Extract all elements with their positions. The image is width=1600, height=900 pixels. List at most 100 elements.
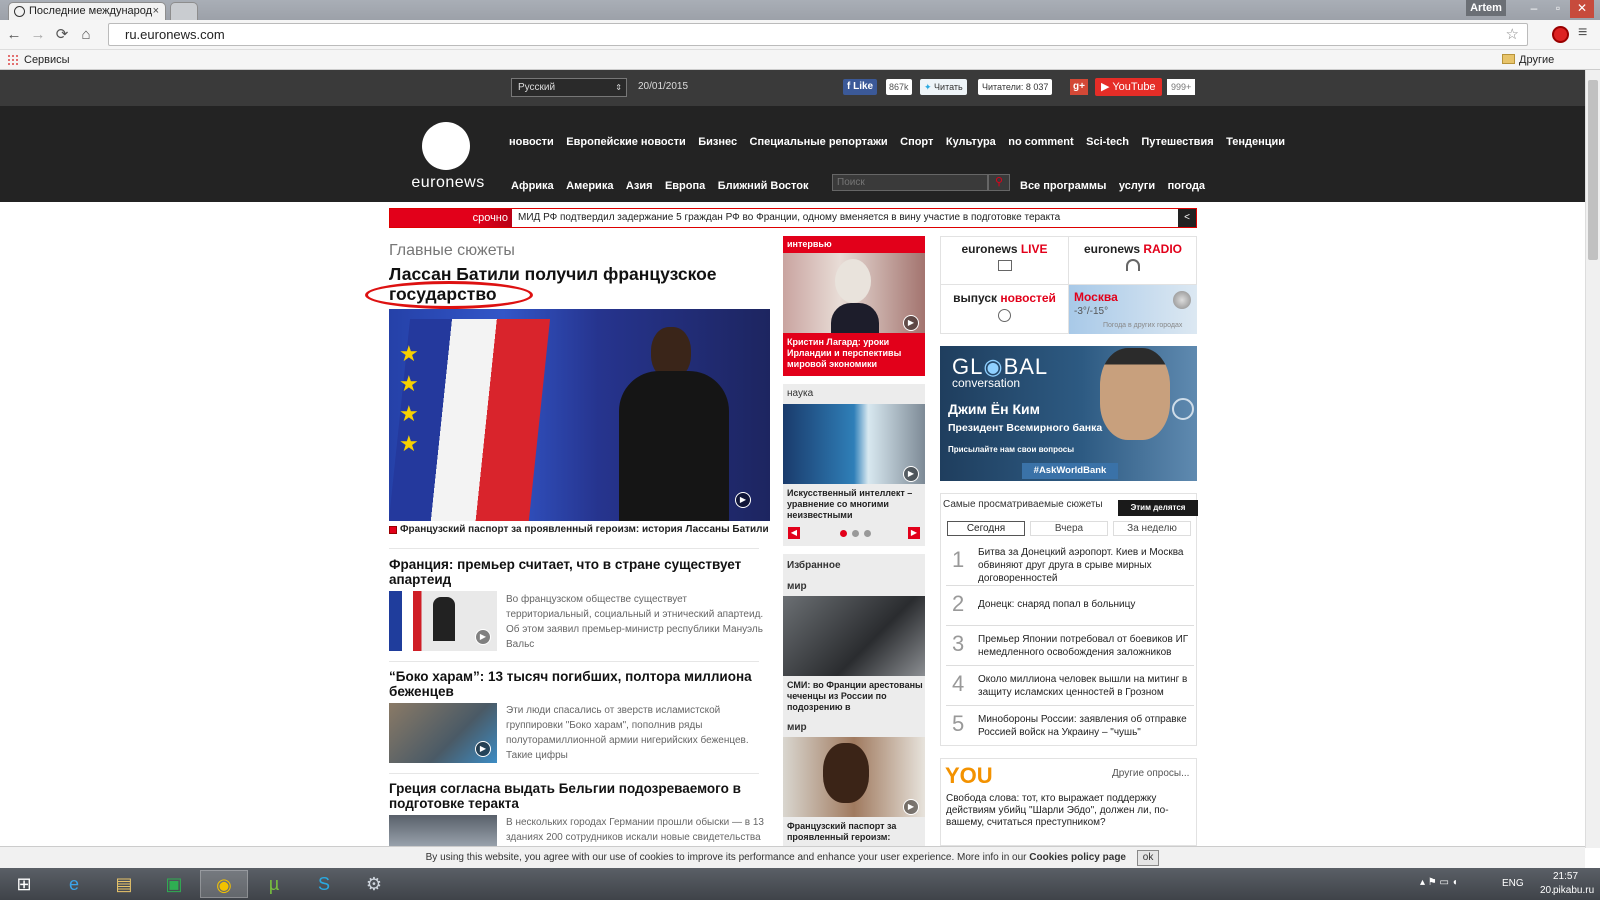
input-language[interactable]: ENG [1502,878,1524,889]
world-bank-ad[interactable]: GL◉BAL conversation Джим Ён Ким Президен… [940,346,1197,481]
next-arrow-icon[interactable]: ▶ [908,527,920,539]
share-icon[interactable]: < [1178,209,1196,227]
live-button[interactable]: euronews LIVE [941,237,1069,285]
bookmark-services[interactable]: Сервисы [24,51,70,69]
story-thumb-3[interactable] [389,815,497,847]
windows-start-icon[interactable]: ⊞ [0,870,48,898]
weather-widget[interactable]: Москва -3°/-15° Погода в других городах [1069,285,1197,334]
browser-tab-active[interactable]: Последние международ × [8,2,166,20]
tab-close-icon[interactable]: × [153,3,159,20]
utorrent-icon[interactable]: µ [250,870,298,898]
skype-icon[interactable]: S [300,870,348,898]
nav-america[interactable]: Америка [566,180,613,192]
nav-all-programs[interactable]: Все программы [1020,180,1106,192]
scrollbar-thumb[interactable] [1588,80,1598,260]
back-arrow-icon[interactable]: ← [4,25,24,45]
news-release-button[interactable]: выпуск новостей [941,285,1069,334]
story-thumb-1[interactable]: ▶ [389,591,497,651]
nav-news[interactable]: новости [509,136,554,148]
nav-sci-tech[interactable]: Sci-tech [1086,136,1129,148]
nav-asia[interactable]: Азия [626,180,653,192]
lead-image[interactable]: ★ ★ ★ ★ ▶ [389,309,770,521]
top-item-4[interactable]: 4 Около миллиона человек вышли на митинг … [946,666,1194,706]
top-item-1[interactable]: 1 Битва за Донецкий аэропорт. Киев и Моск… [946,542,1194,586]
home-icon[interactable]: ⌂ [76,25,96,45]
carousel-dot-2[interactable] [852,530,859,537]
breaking-news-bar[interactable]: срочно МИД РФ подтвердил задержание 5 гр… [389,208,1197,228]
science-card[interactable]: наука ▶ Искусственный интеллект – уравне… [783,384,925,546]
new-tab-button[interactable] [170,2,198,20]
search-icon[interactable]: ⚲ [988,174,1010,191]
top-item-5[interactable]: 5 Минобороны России: заявления об отправк… [946,706,1194,746]
world2-photo[interactable]: ▶ [783,737,925,817]
nav-middle-east[interactable]: Ближний Восток [718,180,809,192]
youtube-button[interactable]: ▶ YouTube [1095,78,1162,96]
nav-weather[interactable]: погода [1168,180,1205,192]
period-week[interactable]: За неделю [1113,521,1191,536]
story-title-2[interactable]: “Боко харам”: 13 тысяч погибших, полтора… [389,669,759,699]
clock-time[interactable]: 21:57 [1553,871,1578,882]
nav-sport[interactable]: Спорт [900,136,933,148]
internet-explorer-icon[interactable]: e [50,870,98,898]
play-icon[interactable]: ▶ [475,629,491,645]
nav-no-comment[interactable]: no comment [1008,136,1073,148]
cookie-ok-button[interactable]: ok [1136,850,1160,866]
play-icon[interactable]: ▶ [475,741,491,757]
store-icon[interactable]: ▣ [150,870,198,898]
maximize-icon[interactable]: ▫ [1546,0,1570,18]
apps-grid-icon[interactable] [7,54,18,65]
breaking-text[interactable]: МИД РФ подтвердил задержание 5 граждан Р… [518,209,1168,227]
cookie-policy-link[interactable]: Cookies policy page [1029,852,1126,863]
euronews-logo-text[interactable]: euronews [407,174,489,192]
file-explorer-icon[interactable]: ▤ [100,870,148,898]
nav-business[interactable]: Бизнес [698,136,737,148]
interview-card[interactable]: интервью ▶ Кристин Лагард: уроки Ирланди… [783,236,925,376]
weather-other-cities[interactable]: Погода в других городах [1103,322,1182,329]
story-thumb-2[interactable]: ▶ [389,703,497,763]
story-title-1[interactable]: Франция: премьер считает, что в стране с… [389,557,759,587]
tray-icons[interactable]: ▴ ⚑ ▭ ◖ [1420,877,1458,888]
search-input[interactable] [832,174,988,191]
menu-icon[interactable]: ≡ [1578,24,1587,42]
play-icon[interactable]: ▶ [903,315,919,331]
twitter-follow-button[interactable]: ✦ Читать [920,79,967,95]
google-plus-button[interactable]: g+ [1070,79,1088,95]
ad-hashtag[interactable]: #AskWorldBank [1022,463,1118,479]
address-bar[interactable]: ru.euronews.com ☆ [108,23,1528,46]
forward-arrow-icon[interactable]: → [28,25,48,45]
language-select[interactable]: Русский ⇕ [511,78,627,97]
close-window-icon[interactable]: ✕ [1570,0,1594,18]
play-icon[interactable]: ▶ [903,466,919,482]
story-title-3[interactable]: Греция согласна выдать Бельгии подозрева… [389,781,759,811]
period-yesterday[interactable]: Вчера [1030,521,1108,536]
shared-tab[interactable]: Этим делятся [1118,500,1198,516]
reload-icon[interactable]: ⟳ [52,25,72,45]
period-today[interactable]: Сегодня [947,521,1025,536]
facebook-like-button[interactable]: f Like [843,79,878,95]
world2-caption[interactable]: Французский паспорт за проявленный герои… [787,821,923,843]
nav-travel[interactable]: Путешествия [1141,136,1213,148]
steam-icon[interactable]: ⚙ [350,870,398,898]
nav-services[interactable]: услуги [1119,180,1155,192]
top-item-3[interactable]: 3 Премьер Японии потребовал от боевиков И… [946,626,1194,666]
chrome-icon[interactable]: ◉ [200,870,248,898]
most-viewed-title[interactable]: Самые просматриваемые сюжеты [943,499,1103,510]
euronews-logo-circle[interactable] [422,122,470,170]
nav-european-news[interactable]: Европейские новости [566,136,685,148]
nav-special-reports[interactable]: Специальные репортажи [750,136,888,148]
minimize-icon[interactable]: – [1522,0,1546,18]
top-item-2[interactable]: 2 Донецк: снаряд попал в больницу [946,586,1194,626]
other-polls-link[interactable]: Другие опросы... [1112,768,1189,779]
page-scrollbar[interactable] [1585,70,1600,848]
carousel-dot-1[interactable] [840,530,847,537]
nav-europe[interactable]: Европа [665,180,705,192]
star-icon[interactable]: ☆ [1506,24,1519,45]
play-icon[interactable]: ▶ [735,492,751,508]
nav-africa[interactable]: Африка [511,180,554,192]
carousel-dot-3[interactable] [864,530,871,537]
play-icon[interactable]: ▶ [903,799,919,815]
world-caption[interactable]: СМИ: во Франции арестованы чеченцы из Ро… [787,680,923,713]
nav-trends[interactable]: Тенденции [1226,136,1285,148]
nav-culture[interactable]: Культура [946,136,996,148]
radio-button[interactable]: euronews RADIO [1069,237,1197,285]
